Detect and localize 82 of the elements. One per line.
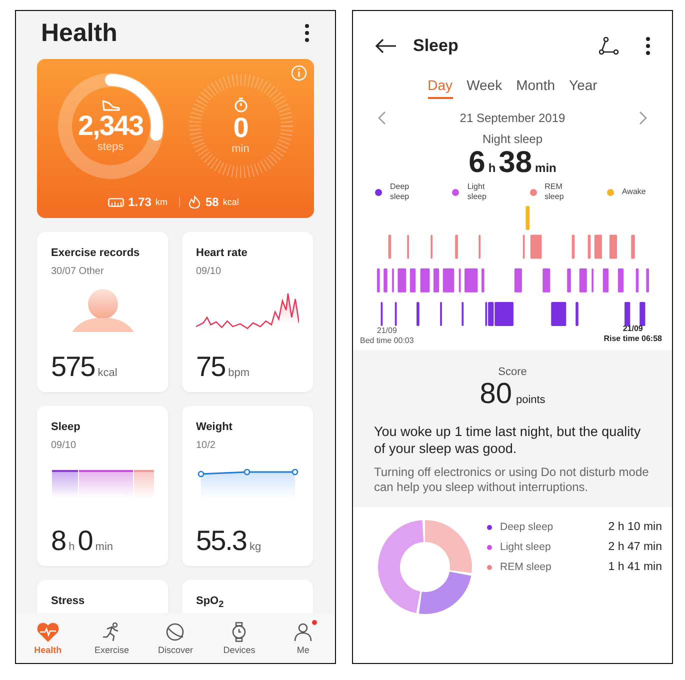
shoe-icon — [100, 99, 120, 111]
reading-unit: min — [95, 541, 114, 553]
metric-card[interactable]: Weight 10/2 55.3 kg — [182, 406, 313, 566]
score-label: Score — [497, 366, 528, 378]
nav-tab[interactable]: Exercise — [80, 613, 144, 663]
summary-text: You woke up 1 time last night, but the quality of your sleep was good. — [374, 423, 642, 457]
calories-unit: kcal — [222, 197, 239, 207]
distance-value: 1.73 — [128, 195, 152, 209]
watch-icon — [231, 622, 248, 642]
legend-label: Light sleep — [467, 182, 488, 202]
previous-icon[interactable] — [378, 111, 386, 125]
duration-unit: h — [488, 161, 496, 175]
card-title: SpO$_{2}$ — [196, 594, 225, 612]
card-title: Sleep — [51, 420, 82, 435]
date-label: 21 September 2019 — [460, 111, 566, 125]
period-tab[interactable]: Week — [466, 77, 502, 99]
stage-duration: 2 h 10 min — [608, 521, 662, 533]
bed-date: 21/09 — [376, 326, 397, 336]
reading-value: 8 — [51, 525, 66, 557]
legend-label: Awake — [622, 187, 647, 197]
metric-card[interactable]: Sleep 09/10 8 h 0 min — [37, 406, 168, 566]
card-date: 09/10 — [51, 440, 78, 451]
minutes-unit: min — [232, 143, 250, 155]
period-label: Night sleep — [481, 132, 544, 146]
reading-value: 575 — [51, 351, 95, 383]
card-title: Heart rate — [196, 246, 248, 261]
stage-duration: 1 h 41 min — [608, 561, 662, 573]
stopwatch-icon — [234, 97, 248, 113]
more-icon[interactable] — [645, 36, 651, 56]
screen-title: Sleep — [413, 36, 458, 56]
minutes-value: 0 — [233, 113, 248, 143]
share-icon[interactable] — [599, 36, 619, 54]
heart-pulse-icon — [36, 622, 59, 642]
steps-unit: steps — [97, 141, 124, 153]
rise-time: Rise time 06:58 — [604, 334, 662, 344]
metric-card[interactable]: SpO$_{2}$ — [182, 580, 313, 613]
duration-value: 38 — [498, 146, 532, 180]
person-icon — [293, 622, 314, 642]
stage-label: Light sleep — [500, 541, 552, 553]
rise-date: 21/09 — [622, 324, 643, 334]
steps-value: 2,343 — [78, 111, 144, 141]
card-title: Exercise records — [51, 246, 141, 261]
distance-unit: km — [155, 197, 168, 207]
reading-value: 55.3 — [196, 525, 246, 557]
screen-title: Health — [41, 18, 118, 48]
next-icon[interactable] — [638, 111, 647, 125]
stage-label: Deep sleep — [500, 521, 554, 533]
period-tab[interactable]: Month — [516, 77, 556, 99]
reading-unit: bpm — [228, 367, 250, 379]
back-icon[interactable] — [375, 38, 397, 54]
card-date: 09/10 — [196, 266, 222, 277]
reading-unit: h — [68, 541, 75, 553]
duration-value: 6 — [468, 146, 486, 180]
legend-label: REM sleep — [544, 182, 565, 202]
nav-tab[interactable]: Devices — [207, 613, 272, 663]
metric-card[interactable]: Exercise records 30/07 Other 575 kcal — [37, 232, 168, 392]
ruler-icon — [108, 198, 124, 206]
score-unit: points — [516, 394, 546, 406]
card-title: Weight — [196, 420, 234, 435]
metric-card[interactable]: Heart rate 09/10 75 bpm — [182, 232, 313, 392]
calories-value: 58 — [205, 195, 219, 209]
period-tab[interactable]: Year — [569, 77, 598, 99]
duration-unit: min — [535, 161, 556, 175]
stage-duration: 2 h 47 min — [608, 541, 662, 553]
card-date: 30/07 Other — [51, 266, 105, 277]
nav-tab[interactable]: Me — [271, 613, 335, 663]
nav-tab[interactable]: Discover — [144, 613, 208, 663]
reading-value: 0 — [78, 525, 92, 557]
metric-card[interactable]: Stress — [37, 580, 168, 613]
stage-label: REM sleep — [500, 561, 552, 573]
bed-time: Bed time 00:03 — [360, 336, 414, 346]
flame-icon — [188, 195, 202, 209]
tip-text: Turning off electronics or using Do not disturb mode can help you sleep without interruptions. — [374, 465, 650, 495]
reading-value: 75 — [196, 351, 226, 383]
score-value: 80 — [480, 378, 512, 411]
reading-unit: kcal — [98, 367, 118, 379]
card-title: Stress — [51, 594, 86, 609]
legend-label: Deep sleep — [390, 182, 410, 202]
more-icon[interactable] — [304, 23, 310, 43]
planet-icon — [165, 622, 186, 642]
card-date: 10/2 — [196, 440, 216, 451]
reading-unit: kg — [250, 541, 262, 553]
